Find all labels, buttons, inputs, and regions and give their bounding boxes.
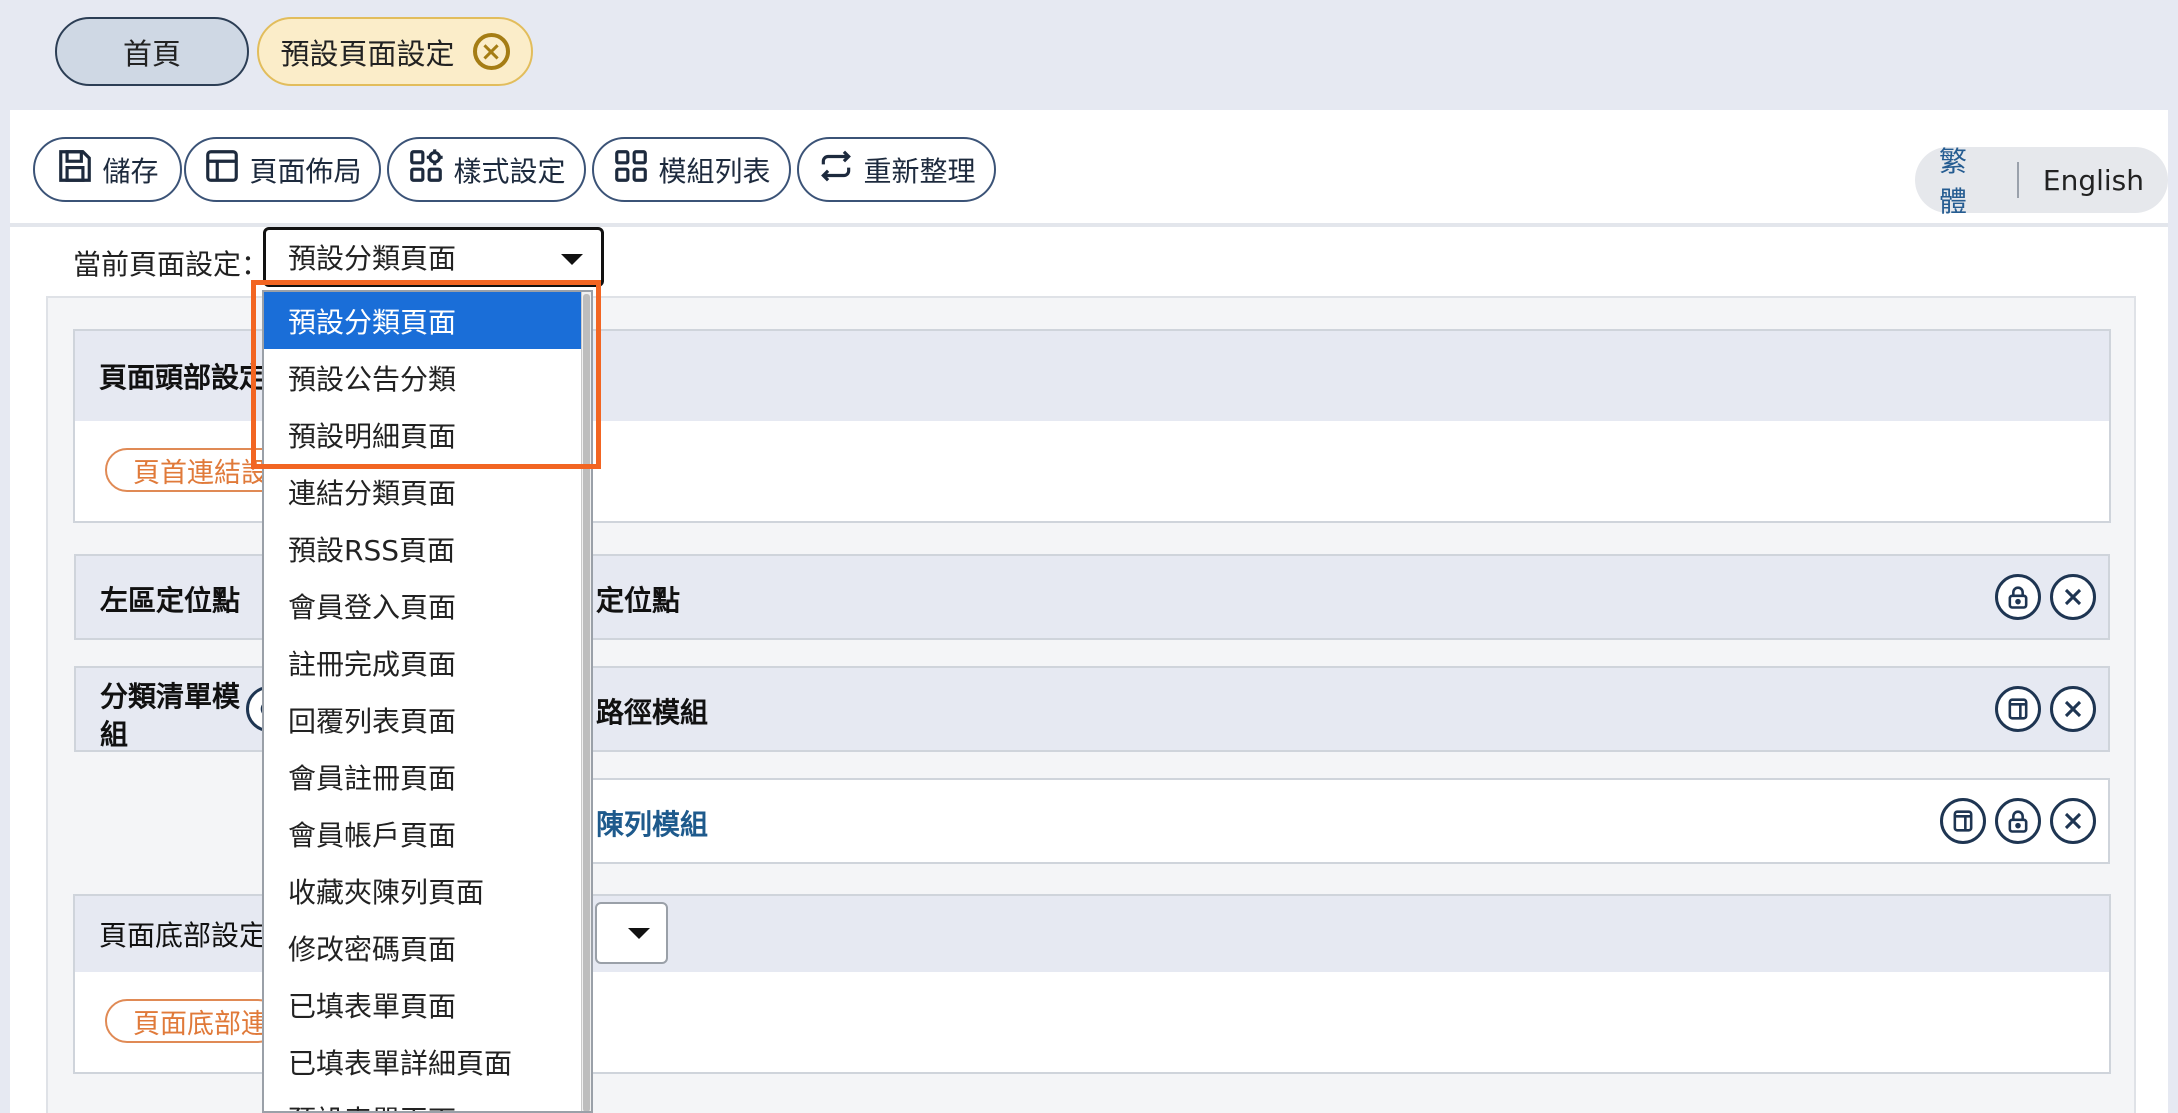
dropdown-option[interactable]: 預設明細頁面: [264, 406, 583, 463]
footer-settings-title-text: 頁面底部設定: [99, 919, 268, 952]
lock-icon[interactable]: [1995, 798, 2041, 844]
page-setting-dropdown[interactable]: 預設分類頁面 預設公告分類 預設明細頁面 連結分類頁面 預設RSS頁面 會員登入…: [262, 290, 593, 1113]
tab-default-page-settings[interactable]: 預設頁面設定 ×: [257, 17, 533, 86]
dropdown-scrollbar-thumb[interactable]: [583, 294, 590, 1111]
layout-icon: [203, 147, 241, 192]
dropdown-option[interactable]: 預設RSS頁面: [264, 520, 583, 577]
dropdown-option[interactable]: 收藏夾陳列頁面: [264, 862, 583, 919]
page-layout-button-label: 頁面佈局: [249, 154, 362, 188]
grid-icon: [612, 147, 650, 192]
footer-links-pill[interactable]: 頁面底部連結設定: [105, 999, 280, 1043]
page-setting-selected-value: 預設分類頁面: [288, 242, 457, 275]
dropdown-option[interactable]: 預設公告分類: [264, 349, 583, 406]
caret-down-icon: [628, 928, 650, 939]
page-setting-select[interactable]: 預設分類頁面: [263, 227, 604, 287]
style-settings-button[interactable]: 樣式設定: [387, 137, 586, 202]
list-module-link[interactable]: 陳列模組: [596, 803, 708, 843]
module-list-button-label: 模組列表: [658, 154, 771, 188]
module-list-button[interactable]: 模組列表: [592, 137, 791, 202]
dropdown-option[interactable]: 預設表單頁面: [264, 1090, 583, 1112]
dropdown-option[interactable]: 已填表單頁面: [264, 976, 583, 1033]
language-switch: 繁體 English: [1915, 145, 2168, 218]
dropdown-option[interactable]: 會員登入頁面: [264, 577, 583, 634]
category-module-label: 分類清單模組: [100, 680, 241, 751]
dropdown-option[interactable]: 已填表單詳細頁面: [264, 1033, 583, 1090]
remove-icon[interactable]: [2050, 574, 2096, 620]
page-layout-button[interactable]: 頁面佈局: [184, 137, 381, 202]
tab-home[interactable]: 首頁: [55, 17, 249, 86]
dropdown-option[interactable]: 連結分類頁面: [264, 463, 583, 520]
remove-icon[interactable]: [2050, 798, 2096, 844]
save-icon: [56, 147, 94, 192]
footer-select[interactable]: [595, 902, 668, 964]
layout-panel-icon[interactable]: [1995, 686, 2041, 732]
left-anchor-label: 左區定位點: [100, 584, 241, 617]
tab-active-label: 預設頁面設定: [280, 36, 455, 71]
refresh-icon: [817, 147, 855, 192]
save-button-label: 儲存: [102, 154, 159, 188]
footer-links-pill-label: 頁面底部連結設定: [133, 1008, 278, 1040]
dropdown-option[interactable]: 回覆列表頁面: [264, 691, 583, 748]
list-module-card: 陳列模組: [570, 778, 2110, 864]
style-settings-button-label: 樣式設定: [453, 154, 566, 188]
save-button[interactable]: 儲存: [33, 137, 182, 202]
dropdown-option[interactable]: 會員註冊頁面: [264, 748, 583, 805]
lock-icon[interactable]: [1995, 574, 2041, 620]
main-anchor-label: 定位點: [596, 584, 681, 617]
dropdown-option[interactable]: 修改密碼頁面: [264, 919, 583, 976]
tab-home-label: 首頁: [122, 36, 181, 71]
current-page-label: 當前頁面設定：: [73, 248, 270, 281]
header-links-pill[interactable]: 頁首連結設定: [105, 448, 285, 492]
lang-english[interactable]: English: [2019, 164, 2168, 197]
refresh-button[interactable]: 重新整理: [797, 137, 996, 202]
caret-down-icon: [561, 254, 583, 265]
tab-bar: 首頁 預設頁面設定 ×: [0, 0, 2178, 110]
remove-icon[interactable]: [2050, 686, 2096, 732]
layout-panel-icon[interactable]: [1940, 798, 1986, 844]
dropdown-option[interactable]: 會員帳戶頁面: [264, 805, 583, 862]
close-tab-icon[interactable]: ×: [472, 33, 510, 70]
dropdown-scrollbar[interactable]: [581, 292, 591, 1111]
header-settings-title-text: 頁面頭部設定: [99, 361, 268, 394]
style-icon: [407, 147, 445, 192]
dropdown-option[interactable]: 註冊完成頁面: [264, 634, 583, 691]
path-module-label: 路徑模組: [596, 696, 709, 729]
lang-traditional-chinese[interactable]: 繁體: [1915, 140, 2017, 220]
refresh-button-label: 重新整理: [863, 154, 976, 188]
dropdown-option[interactable]: 預設分類頁面: [264, 292, 583, 349]
